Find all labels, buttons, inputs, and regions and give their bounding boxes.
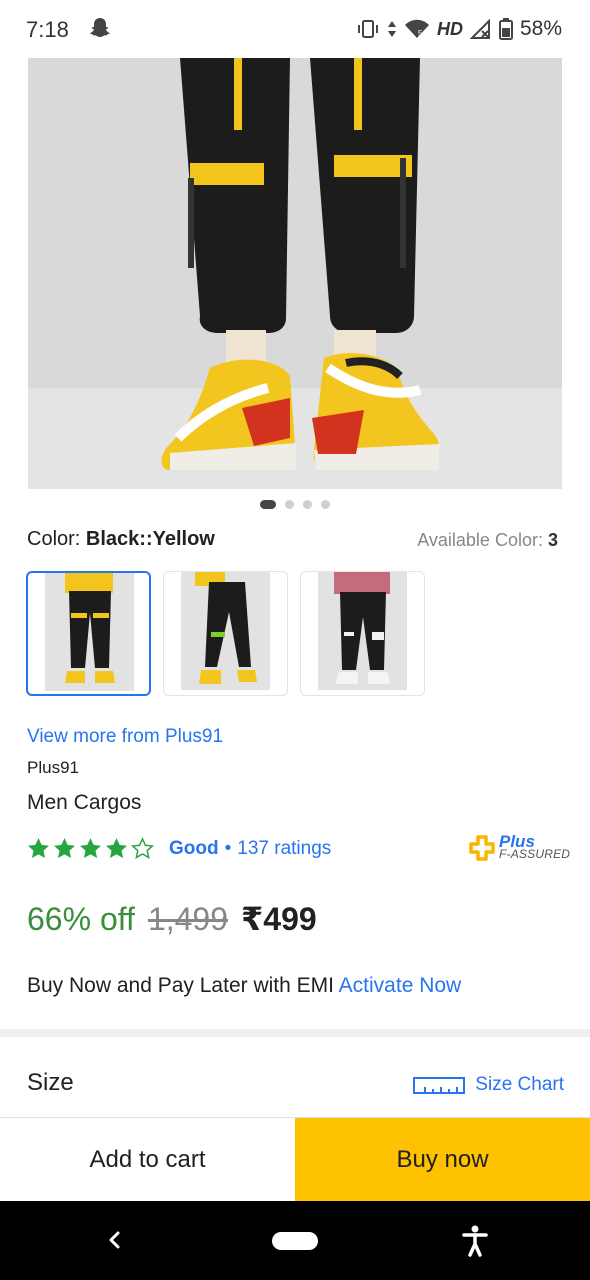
status-bar: 7:18 5 HD 58% [0,0,590,58]
pagination-dot[interactable] [321,500,330,509]
emi-text: Buy Now and Pay Later with EMI [27,974,334,997]
network-type: HD [436,18,463,39]
color-label-text: Color: [27,528,81,550]
ruler-icon [413,1077,466,1094]
thumbnail-image [45,573,134,691]
star-filled-icon [54,838,75,858]
available-colors: Available Color: 3 [417,530,558,551]
price-row: 66% off 1,499 ₹499 [27,900,317,938]
add-to-cart-button[interactable]: Add to cart [0,1118,295,1201]
brand-name: Plus91 [27,758,79,777]
bottom-action-bar: Add to cart Buy now [0,1117,590,1201]
pagination-dot-active[interactable] [260,500,276,509]
star-filled-icon [80,838,101,858]
discount-percent: 66% off [27,901,135,937]
view-more-link[interactable]: View more from Plus91 [27,726,223,748]
rating-stars [26,836,155,861]
wifi-icon: 5 [404,19,429,38]
color-thumbnail-1[interactable] [26,571,151,696]
section-divider [0,1029,590,1037]
rating-row[interactable]: Good • 137 ratings [26,836,331,861]
activate-now-link[interactable]: Activate Now [339,974,462,997]
image-pagination[interactable] [0,500,590,509]
star-empty-icon [131,837,154,860]
battery-icon [498,18,513,40]
f-assured-label: F-ASSURED [499,847,571,861]
status-time: 7:18 [26,17,69,42]
pagination-dot[interactable] [303,500,312,509]
size-chart-label: Size Chart [475,1074,564,1095]
color-thumbnails [26,571,425,696]
buy-now-button[interactable]: Buy now [295,1118,590,1201]
rating-count: 137 ratings [237,837,332,859]
product-title: Men Cargos [27,791,142,814]
color-row: Color: Black::Yellow Available Color: 3 [27,528,558,554]
color-value: Black::Yellow [85,528,215,550]
signal-icon [469,19,490,39]
star-filled-icon [106,838,127,858]
vibrate-icon [357,20,378,38]
available-colors-count: 3 [547,530,558,550]
size-heading: Size [27,1069,74,1096]
rating-label: Good [169,837,219,859]
color-thumbnail-2[interactable] [163,571,288,696]
thumbnail-image [181,572,270,690]
color-label: Color: Black::Yellow [27,528,215,551]
snapchat-icon [90,18,110,37]
svg-text:5: 5 [418,29,423,38]
f-assured-badge: Plus F-ASSURED [468,833,571,862]
plus-badge-icon [469,835,495,861]
accessibility-icon[interactable] [461,1225,489,1257]
color-thumbnail-3[interactable] [300,571,425,696]
home-pill[interactable] [272,1232,318,1250]
emi-offer: Buy Now and Pay Later with EMI Activate … [27,974,461,998]
product-photo [28,58,562,489]
star-filled-icon [28,838,49,858]
pagination-dot[interactable] [285,500,294,509]
back-icon[interactable] [104,1228,124,1252]
final-price: ₹499 [241,901,317,937]
status-icons: 5 HD 58% [356,16,562,42]
available-colors-label: Available Color: [417,530,543,550]
system-nav-bar [0,1201,590,1280]
thumbnail-image [318,572,407,690]
size-chart-link[interactable]: Size Chart [413,1074,564,1096]
rating-separator: • [224,837,232,859]
data-arrows-icon [387,21,396,37]
battery-percent: 58% [519,17,562,40]
original-price: 1,499 [147,901,229,937]
product-image[interactable] [28,58,562,489]
